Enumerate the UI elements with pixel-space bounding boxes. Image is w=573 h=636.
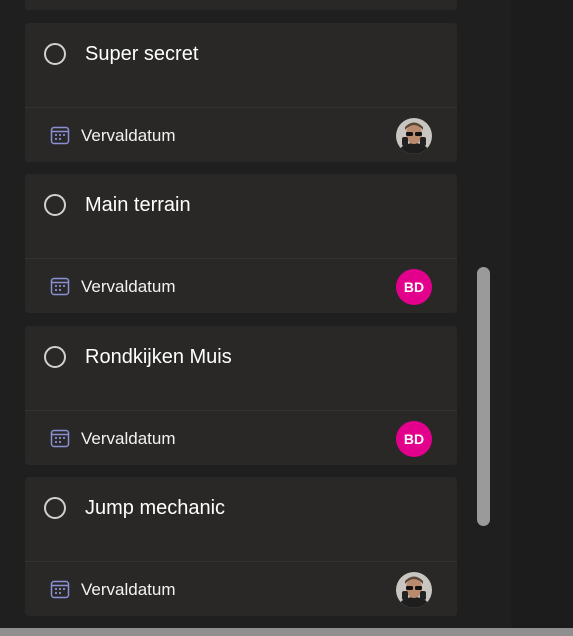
due-date-label[interactable]: Vervaldatum [81,429,176,449]
assignee-avatar[interactable] [396,118,432,154]
due-date-label[interactable]: Vervaldatum [81,580,176,600]
task-card-footer: Vervaldatum BD [25,259,457,313]
task-card-header: Super secret [25,23,457,107]
user-photo-icon [396,572,432,608]
due-date-label[interactable]: Vervaldatum [81,277,176,297]
task-card[interactable]: Rondkijken Muis Vervaldatum BD [25,326,457,465]
side-pane [511,0,573,636]
task-card-header: Rondkijken Muis [25,326,457,410]
vertical-scrollbar-thumb[interactable] [477,267,490,526]
task-title[interactable]: Super secret [85,43,198,65]
task-card[interactable]: Super secret Vervaldatum [25,23,457,162]
complete-checkbox-icon[interactable] [44,194,66,216]
complete-checkbox-icon[interactable] [44,346,66,368]
task-card-header: Main terrain [25,174,457,258]
task-card-header: Jump mechanic [25,477,457,561]
calendar-icon [50,580,70,599]
task-card[interactable]: Jump mechanic Vervaldatum [25,477,457,616]
assignee-avatar[interactable] [396,572,432,608]
task-card-footer: Vervaldatum [25,562,457,616]
task-card-footer: Vervaldatum BD [25,411,457,465]
calendar-icon [50,126,70,145]
previous-task-card-edge [25,0,457,10]
due-date-label[interactable]: Vervaldatum [81,126,176,146]
horizontal-scrollbar[interactable] [0,628,573,636]
task-title[interactable]: Rondkijken Muis [85,346,232,368]
assignee-avatar[interactable]: BD [396,269,432,305]
user-photo-icon [396,118,432,154]
calendar-icon [50,429,70,448]
task-title[interactable]: Main terrain [85,194,191,216]
complete-checkbox-icon[interactable] [44,43,66,65]
task-title[interactable]: Jump mechanic [85,497,225,519]
complete-checkbox-icon[interactable] [44,497,66,519]
task-card-footer: Vervaldatum [25,108,457,162]
task-board-viewport: Super secret Vervaldatum Main terrain Ve… [0,0,573,636]
assignee-avatar[interactable]: BD [396,421,432,457]
task-card[interactable]: Main terrain Vervaldatum BD [25,174,457,313]
calendar-icon [50,277,70,296]
